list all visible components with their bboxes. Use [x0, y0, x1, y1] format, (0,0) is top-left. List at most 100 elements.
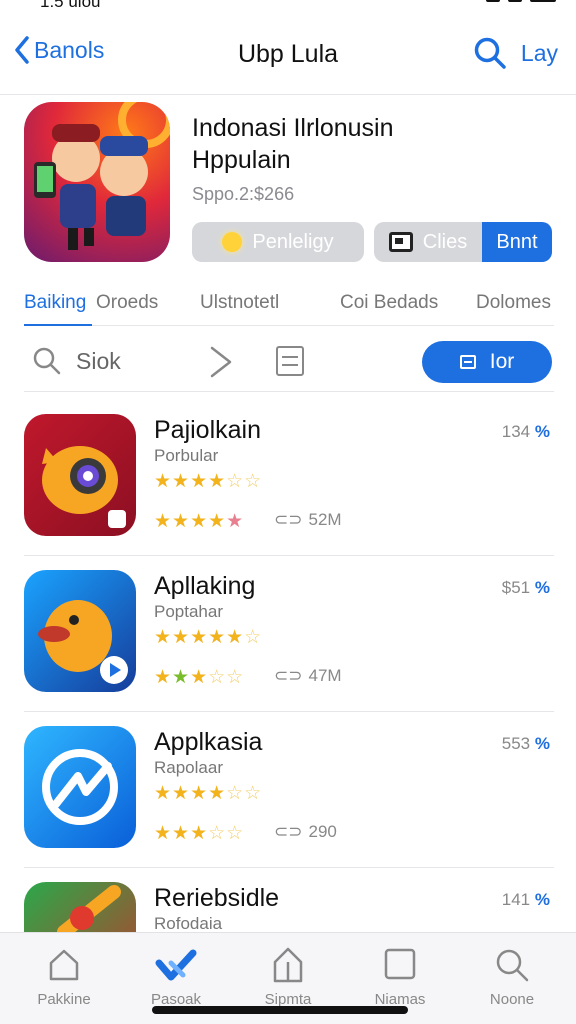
app-price: 134 % — [502, 422, 550, 442]
get-button-label: Penleligy — [252, 230, 334, 253]
buy-button-label: Bnnt — [496, 230, 538, 253]
app-price-value: $51 — [501, 578, 531, 597]
building-icon — [238, 945, 338, 985]
toolbar-search[interactable]: Siok — [32, 346, 121, 376]
rating-stars: ★★★★★☆ — [154, 627, 263, 648]
tab-baiking[interactable]: Baiking — [24, 292, 86, 314]
square-icon — [350, 945, 450, 985]
tab-niamas[interactable]: Niamas — [350, 945, 450, 1008]
tab-label: Noone — [489, 991, 535, 1008]
rating-stars: ★★★★☆☆ — [154, 471, 263, 492]
app-price: 553 % — [502, 734, 550, 754]
status-time: 1:5 ulou — [40, 0, 101, 11]
status-icons — [486, 0, 556, 2]
link-icon: ⊂⊃ — [274, 666, 303, 685]
home-icon — [14, 945, 114, 985]
chevron-right-icon[interactable] — [206, 344, 236, 380]
filter-button-label: Ior — [489, 350, 515, 373]
cloud-button-label: Clies — [422, 230, 468, 253]
search-icon — [462, 945, 562, 985]
list-item[interactable]: Applkasia Rapolaar ★★★★☆☆ ★★★☆☆ ⊂⊃ 290 5… — [24, 712, 554, 868]
tab-dolomes[interactable]: Dolomes — [476, 292, 551, 314]
app-price-percent: % — [534, 890, 550, 909]
list-item[interactable]: Pajiolkain Porbular ★★★★☆☆ ★★★★★ ⊂⊃ 52M … — [24, 400, 554, 556]
filter-button[interactable]: Ior — [422, 341, 552, 383]
app-subtitle: Rofodaia — [154, 914, 223, 933]
app-name: Applkasia — [154, 728, 263, 756]
app-price-percent: % — [534, 578, 550, 597]
wifi-icon — [508, 0, 522, 2]
box-icon — [388, 232, 413, 252]
rating-stars: ★★★★☆☆ — [154, 783, 263, 804]
home-indicator[interactable] — [152, 1006, 408, 1014]
tab-ulstnotetl[interactable]: Ulstnotetl — [200, 292, 279, 314]
tab-coi-bedads[interactable]: Coi Bedads — [340, 292, 438, 314]
app-icon — [24, 570, 136, 692]
tab-pasoak[interactable]: Pasoak — [126, 945, 226, 1008]
duck-icon — [38, 600, 128, 684]
tab-label: Pakkine — [37, 991, 91, 1008]
status-bar: 1:5 ulou — [0, 0, 576, 12]
list-view-icon[interactable] — [276, 346, 304, 376]
download-count-value: 290 — [308, 822, 337, 841]
app-subtitle: Porbular — [154, 446, 219, 465]
featured-app-title: Indonasi Ilrlonusin Hppulain — [192, 112, 552, 176]
battery-icon — [530, 0, 556, 2]
nav-search-button[interactable]: Lay — [473, 36, 558, 70]
featured-app-price: Sppo.2:$266 — [192, 184, 295, 204]
search-icon — [33, 347, 61, 375]
app-name: Pajiolkain — [154, 416, 262, 444]
tab-noone[interactable]: Noone — [462, 945, 562, 1008]
featured-app-title-line1: Indonasi Ilrlonusin — [192, 114, 394, 142]
app-subtitle: Poptahar — [154, 602, 223, 621]
rating-stars-secondary: ★★★☆☆ — [154, 823, 245, 844]
tab-pakkine[interactable]: Pakkine — [14, 945, 114, 1008]
purchase-split-button: Clies Bnnt — [374, 222, 552, 262]
download-count-value: 47M — [308, 666, 342, 685]
toolbar-search-label: Siok — [76, 347, 121, 374]
app-icon — [24, 414, 136, 536]
app-price-value: 553 — [501, 734, 531, 753]
download-count: ⊂⊃ 47M — [274, 666, 342, 686]
tab-oroeds[interactable]: Oroeds — [96, 292, 158, 314]
app-price-percent: % — [534, 734, 550, 753]
app-price-value: 134 — [501, 422, 531, 441]
toolbar: Siok Ior — [24, 336, 554, 392]
category-tabs: Baiking Oroeds Ulstnotetl Coi Bedads Dol… — [24, 286, 554, 326]
navigation-bar: Banols Ubp Lula Lay — [0, 28, 576, 84]
app-name: Reriebsidle — [154, 884, 280, 912]
cloud-button[interactable]: Clies — [374, 222, 482, 262]
cartoon-characters-icon — [34, 102, 170, 250]
featured-app-icon[interactable] — [24, 102, 170, 262]
list-item[interactable]: Apllaking Poptahar ★★★★★☆ ★★★☆☆ ⊂⊃ 47M $… — [24, 556, 554, 712]
link-icon: ⊂⊃ — [274, 822, 303, 841]
nav-divider — [0, 94, 576, 95]
window-icon — [459, 355, 476, 369]
app-price: $51 % — [502, 578, 550, 598]
app-price-percent: % — [534, 422, 550, 441]
featured-app: Indonasi Ilrlonusin Hppulain Sppo.2:$266… — [24, 102, 554, 272]
app-name: Apllaking — [154, 572, 256, 600]
rating-stars-secondary: ★★★★★ — [154, 511, 245, 532]
signal-icon — [486, 0, 500, 2]
nav-right-label: Lay — [520, 39, 558, 66]
get-button[interactable]: Penleligy — [192, 222, 364, 262]
app-price: 141 % — [502, 890, 550, 910]
rating-stars-secondary: ★★★☆☆ — [154, 667, 245, 688]
buy-button[interactable]: Bnnt — [482, 222, 552, 262]
featured-app-title-line2: Hppulain — [192, 146, 291, 174]
compass-icon — [42, 749, 118, 825]
active-tab-indicator — [24, 324, 92, 326]
app-icon — [24, 726, 136, 848]
download-count: ⊂⊃ 290 — [274, 822, 337, 842]
app-price-value: 141 — [501, 890, 531, 909]
download-count: ⊂⊃ 52M — [274, 510, 342, 530]
check-icon — [126, 945, 226, 985]
search-icon — [474, 37, 506, 69]
link-icon: ⊂⊃ — [274, 510, 303, 529]
app-subtitle: Rapolaar — [154, 758, 223, 777]
sun-icon — [222, 232, 243, 252]
tab-sipmta[interactable]: Sipmta — [238, 945, 338, 1008]
download-count-value: 52M — [308, 510, 342, 529]
camera-creature-icon — [42, 446, 126, 528]
